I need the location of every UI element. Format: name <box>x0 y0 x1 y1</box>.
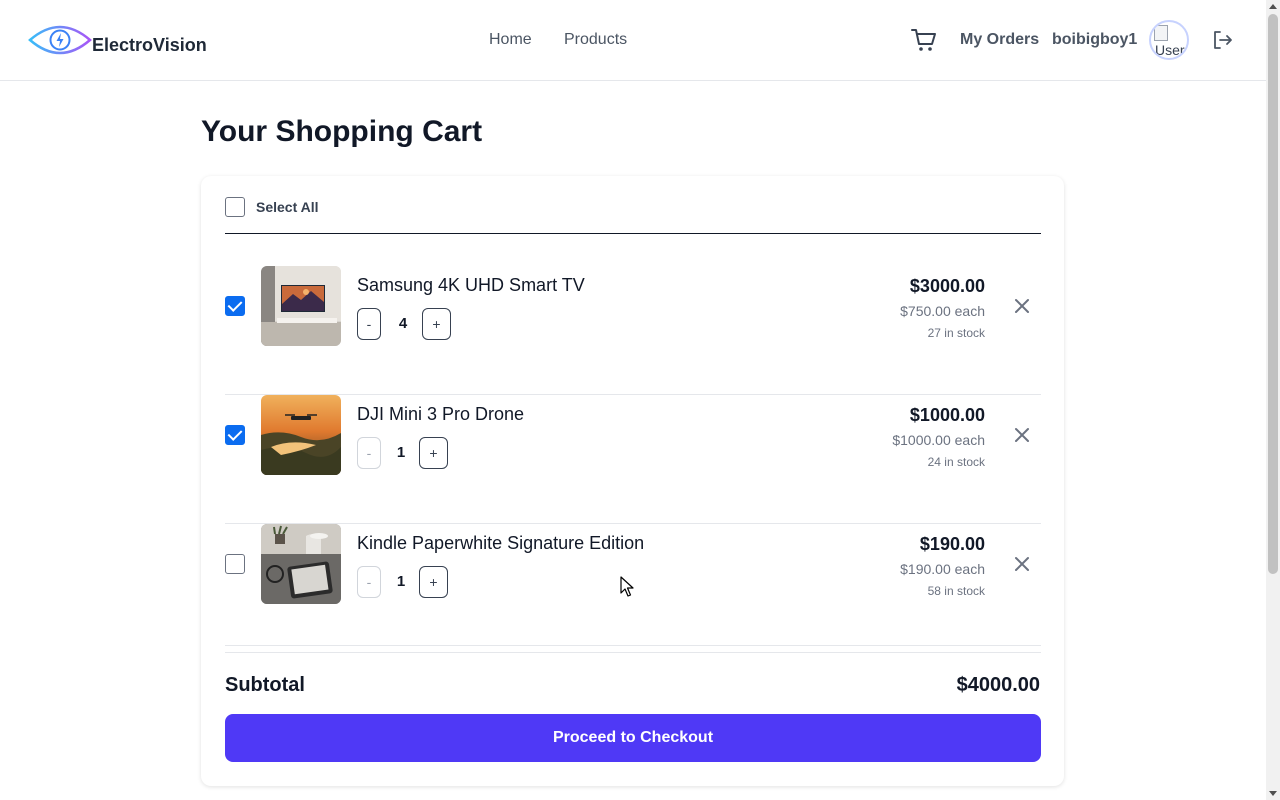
mouse-cursor-icon <box>620 576 634 603</box>
item-total-price: $3000.00 <box>909 276 985 296</box>
item-total-price: $1000.00 <box>909 405 985 425</box>
subtotal-value: $4000.00 <box>956 674 1040 696</box>
my-orders-link[interactable]: My Orders <box>960 31 1039 49</box>
product-image-tv <box>261 266 341 346</box>
increment-button[interactable]: + <box>419 566 448 598</box>
product-image-kindle <box>261 524 341 604</box>
item-name[interactable]: DJI Mini 3 Pro Drone <box>357 404 524 425</box>
item-checkbox[interactable] <box>225 296 245 316</box>
item-total-price: $190.00 <box>919 534 985 554</box>
item-name[interactable]: Samsung 4K UHD Smart TV <box>357 275 585 296</box>
quantity-value: 4 <box>398 315 408 332</box>
scroll-down-arrow-icon[interactable] <box>1269 791 1277 796</box>
avatar[interactable]: User <box>1149 20 1189 60</box>
decrement-button[interactable]: - <box>357 566 381 598</box>
product-image-drone <box>261 395 341 475</box>
stock-label: 58 in stock <box>927 584 985 598</box>
scrollbar[interactable] <box>1266 0 1280 800</box>
item-unit-price: $190.00 each <box>900 561 985 577</box>
decrement-button[interactable]: - <box>357 437 381 469</box>
scroll-up-arrow-icon[interactable] <box>1269 4 1277 9</box>
scrollbar-thumb[interactable] <box>1268 14 1278 574</box>
quantity-value: 1 <box>396 573 406 590</box>
select-all-checkbox[interactable] <box>225 197 245 217</box>
increment-button[interactable]: + <box>419 437 448 469</box>
nav-home-link[interactable]: Home <box>489 31 532 49</box>
subtotal-label: Subtotal <box>225 674 305 696</box>
divider <box>225 233 1041 234</box>
avatar-alt-text: User <box>1155 42 1185 58</box>
stock-label: 27 in stock <box>927 326 985 340</box>
stock-label: 24 in stock <box>927 455 985 469</box>
item-unit-price: $750.00 each <box>900 303 985 319</box>
nav-products-link[interactable]: Products <box>564 31 627 49</box>
decrement-button[interactable]: - <box>357 308 381 340</box>
cart-icon[interactable] <box>911 28 937 57</box>
close-icon[interactable] <box>1013 426 1031 444</box>
cart-item: Samsung 4K UHD Smart TV - 4 + $3000.00 $… <box>225 266 1041 395</box>
logo-icon[interactable] <box>28 20 92 60</box>
page-title: Your Shopping Cart <box>201 115 483 148</box>
username-label: boibigboy1 <box>1052 31 1138 48</box>
item-checkbox[interactable] <box>225 554 245 574</box>
site-header: ElectroVision Home Products My Orders bo… <box>0 0 1266 81</box>
cart-card: Select All Samsung 4K UHD Smart TV - 4 +… <box>201 176 1064 786</box>
item-unit-price: $1000.00 each <box>892 432 985 448</box>
close-icon[interactable] <box>1013 555 1031 573</box>
broken-image-icon <box>1154 25 1168 41</box>
checkout-button[interactable]: Proceed to Checkout <box>225 714 1041 762</box>
item-name[interactable]: Kindle Paperwhite Signature Edition <box>357 533 644 554</box>
select-all-label[interactable]: Select All <box>256 199 319 215</box>
cart-item: DJI Mini 3 Pro Drone - 1 + $1000.00 $100… <box>225 395 1041 524</box>
quantity-value: 1 <box>396 444 406 461</box>
item-checkbox[interactable] <box>225 425 245 445</box>
logout-icon[interactable] <box>1212 30 1234 55</box>
increment-button[interactable]: + <box>422 308 451 340</box>
brand-name[interactable]: ElectroVision <box>92 35 207 56</box>
divider <box>225 645 1041 646</box>
close-icon[interactable] <box>1013 297 1031 315</box>
